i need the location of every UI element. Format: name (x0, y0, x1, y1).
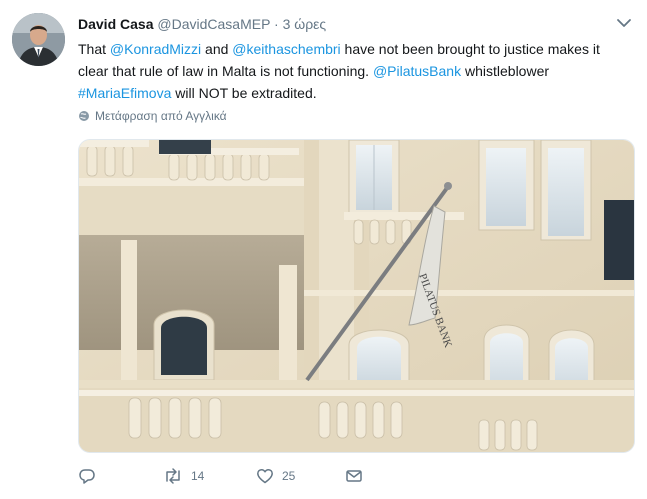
tweet-text-segment: whistleblower (461, 63, 550, 79)
like-button[interactable]: 25 (256, 467, 295, 485)
retweet-count: 14 (191, 469, 205, 483)
like-count: 25 (282, 469, 296, 483)
separator-dot: · (274, 16, 279, 32)
tweet-photo[interactable]: PILATUS BANK (78, 139, 635, 453)
hashtag-link[interactable]: #MariaEfimova (78, 85, 171, 101)
heart-icon (257, 468, 273, 484)
author-handle[interactable]: @DavidCasaMEP (157, 16, 270, 32)
translate-label: Μετάφραση από Αγγλικά (95, 109, 227, 123)
chevron-down-icon[interactable] (616, 16, 632, 30)
tweet-text-segment: will NOT be extradited. (171, 85, 317, 101)
mention-link[interactable]: @keithaschembri (232, 41, 340, 57)
tweet-text-segment: and (201, 41, 233, 57)
tweet-text: That @KonradMizzi and @keithaschembri ha… (78, 38, 618, 104)
author-name[interactable]: David Casa (78, 16, 153, 32)
mention-link[interactable]: @PilatusBank (373, 63, 461, 79)
tweet-header: David Casa @DavidCasaMEP · 3 ώρες (78, 15, 326, 33)
retweet-button[interactable]: 14 (163, 467, 204, 485)
reply-icon (79, 469, 95, 484)
avatar[interactable] (12, 13, 65, 66)
direct-message-button[interactable] (345, 467, 363, 485)
translate-link[interactable]: Μετάφραση από Αγγλικά (78, 109, 227, 123)
tweet-timestamp[interactable]: 3 ώρες (283, 16, 327, 32)
retweet-icon (166, 468, 180, 484)
envelope-icon (346, 470, 362, 482)
mention-link[interactable]: @KonradMizzi (110, 41, 201, 57)
tweet: David Casa @DavidCasaMEP · 3 ώρες That @… (0, 0, 647, 499)
tweet-text-segment: That (78, 41, 110, 57)
reply-button[interactable] (78, 467, 104, 485)
globe-icon (79, 111, 89, 121)
